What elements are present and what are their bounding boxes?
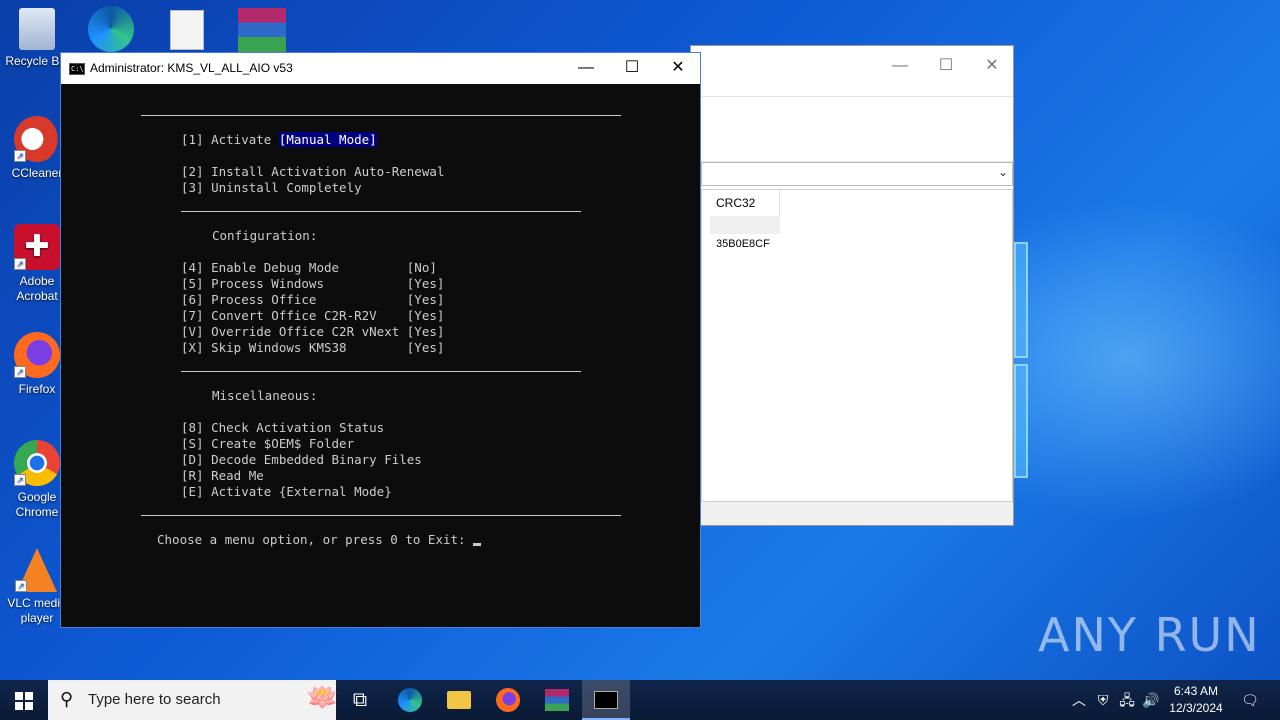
- taskbar-edge-button[interactable]: [386, 680, 434, 720]
- bg-close-button[interactable]: ✕: [969, 54, 1015, 78]
- manual-mode-highlight: [Manual Mode]: [278, 132, 377, 147]
- close-button[interactable]: ✕: [655, 53, 701, 84]
- desktop-icon-label: Google Chrome: [15, 490, 59, 519]
- divider: [181, 211, 581, 212]
- desktop-icon-label: VLC media player: [7, 596, 67, 625]
- menu-option-2: [2] Install Activation Auto-Renewal: [181, 164, 445, 179]
- bg-window-titlebar[interactable]: — ☐ ✕: [691, 46, 1013, 96]
- taskbar-winrar-button[interactable]: [533, 680, 581, 720]
- menu-option-d: [D] Decode Embedded Binary Files: [181, 452, 422, 467]
- list-row-selected[interactable]: [710, 216, 780, 234]
- adobe-acrobat-icon: ✚ ↗: [14, 224, 60, 270]
- shortcut-arrow-icon: ↗: [15, 580, 27, 592]
- taskbar-clock[interactable]: 6:43 AM 12/3/2024: [1160, 683, 1232, 717]
- tray-app-icon[interactable]: ⛨: [1092, 680, 1114, 720]
- shortcut-arrow-icon: ↗: [14, 258, 26, 270]
- notifications-icon[interactable]: 🗨: [1236, 680, 1264, 720]
- search-placeholder: Type here to search: [88, 691, 221, 708]
- edge-icon: [398, 688, 422, 712]
- menu-option-8: [8] Check Activation Status: [181, 420, 385, 435]
- menu-option-x: [X] Skip Windows KMS38 [Yes]: [181, 340, 445, 355]
- miscellaneous-header: Miscellaneous:: [212, 388, 318, 403]
- menu-option-1-label: [1] Activate: [181, 132, 279, 147]
- menu-option-r: [R] Read Me: [181, 468, 264, 483]
- bg-window-ribbon: [691, 96, 1013, 162]
- start-button[interactable]: [0, 680, 48, 720]
- bg-window-statusbar: [701, 501, 1013, 525]
- cmd-icon: C:\: [69, 63, 85, 75]
- console-body[interactable]: [1] Activate [Manual Mode] [2] Install A…: [61, 84, 700, 627]
- show-hidden-icons-button[interactable]: ︿: [1068, 680, 1090, 720]
- windows-logo-icon: [25, 702, 33, 710]
- volume-icon[interactable]: 🔊: [1140, 680, 1162, 720]
- menu-option-4: [4] Enable Debug Mode [No]: [181, 260, 437, 275]
- firefox-icon: [496, 688, 520, 712]
- folder-icon: [447, 691, 471, 709]
- menu-prompt-text: Choose a menu option, or press 0 to Exit…: [157, 532, 474, 547]
- image-file-desktop-icon[interactable]: [170, 10, 204, 50]
- menu-option-6: [6] Process Office [Yes]: [181, 292, 445, 307]
- text-cursor: [473, 543, 482, 546]
- shortcut-arrow-icon: ↗: [14, 150, 26, 162]
- menu-option-7: [7] Convert Office C2R-R2V [Yes]: [181, 308, 445, 323]
- desktop-icon-label: CCleaner: [11, 166, 63, 180]
- shortcut-arrow-icon: ↗: [14, 474, 26, 486]
- desktop-icon-label: Firefox: [18, 382, 56, 396]
- bg-minimize-button[interactable]: —: [877, 54, 923, 78]
- bg-maximize-button[interactable]: ☐: [923, 54, 969, 78]
- crc32-value: 35B0E8CF: [716, 238, 770, 250]
- minimize-button[interactable]: —: [563, 53, 609, 84]
- desktop-icon-label: Adobe Acrobat: [16, 274, 58, 303]
- ccleaner-icon: ↗: [14, 116, 60, 162]
- console-titlebar[interactable]: C:\ Administrator: KMS_VL_ALL_AIO v53 — …: [61, 53, 700, 84]
- menu-option-1: [1] Activate [Manual Mode]: [181, 132, 377, 147]
- edge-desktop-icon[interactable]: [88, 6, 134, 52]
- task-view-button[interactable]: ⧉: [336, 680, 384, 720]
- taskbar: ⚲ Type here to search 🪷 ⧉ ︿ ⛨ 🖧 🔊 6:43 A…: [0, 680, 1280, 720]
- menu-option-3: [3] Uninstall Completely: [181, 180, 362, 195]
- divider: [181, 371, 581, 372]
- vlc-cone-icon: ↗: [15, 548, 57, 592]
- firefox-icon: ↗: [14, 332, 60, 378]
- column-header-crc32[interactable]: CRC32: [710, 190, 780, 216]
- search-icon: ⚲: [60, 689, 74, 709]
- network-icon[interactable]: 🖧: [1116, 680, 1138, 720]
- shortcut-arrow-icon: ↗: [14, 366, 26, 378]
- console-title: Administrator: KMS_VL_ALL_AIO v53: [90, 61, 293, 75]
- recycle-bin-icon: [19, 8, 55, 50]
- taskbar-search-box[interactable]: ⚲ Type here to search 🪷: [48, 680, 339, 720]
- cmd-icon: [594, 691, 618, 709]
- bg-window-dropdown[interactable]: ⌄: [701, 162, 1013, 186]
- taskbar-cmd-button[interactable]: [582, 680, 630, 720]
- wallpaper-logo-pane: [1014, 364, 1028, 478]
- background-window[interactable]: — ☐ ✕ ⌄ CRC32 35B0E8CF: [690, 45, 1014, 526]
- taskbar-file-explorer-button[interactable]: [435, 680, 483, 720]
- wallpaper-logo-pane: [1014, 242, 1028, 358]
- menu-option-s: [S] Create $OEM$ Folder: [181, 436, 355, 451]
- winrar-icon: [545, 689, 569, 711]
- anyrun-watermark: ANY RUN: [1038, 608, 1261, 662]
- menu-option-e: [E] Activate {External Mode}: [181, 484, 392, 499]
- clock-time: 6:43 AM: [1173, 684, 1219, 698]
- console-window[interactable]: C:\ Administrator: KMS_VL_ALL_AIO v53 — …: [60, 52, 701, 628]
- bg-window-list[interactable]: CRC32 35B0E8CF: [701, 189, 1013, 502]
- configuration-header: Configuration:: [212, 228, 318, 243]
- winrar-desktop-icon[interactable]: [238, 8, 286, 52]
- divider: [141, 515, 621, 516]
- divider: [141, 115, 621, 116]
- menu-option-5: [5] Process Windows [Yes]: [181, 276, 445, 291]
- maximize-button[interactable]: ☐: [609, 53, 655, 84]
- windows-logo-icon: [25, 692, 33, 700]
- windows-logo-icon: [15, 702, 23, 710]
- clock-date: 12/3/2024: [1169, 701, 1223, 715]
- chevron-down-icon: ⌄: [997, 165, 1008, 179]
- lotus-decoration-icon: 🪷: [306, 682, 339, 712]
- taskbar-firefox-button[interactable]: [484, 680, 532, 720]
- menu-prompt[interactable]: Choose a menu option, or press 0 to Exit…: [157, 532, 482, 547]
- windows-logo-icon: [15, 692, 23, 700]
- menu-option-v: [V] Override Office C2R vNext [Yes]: [181, 324, 445, 339]
- chrome-icon: ↗: [14, 440, 60, 486]
